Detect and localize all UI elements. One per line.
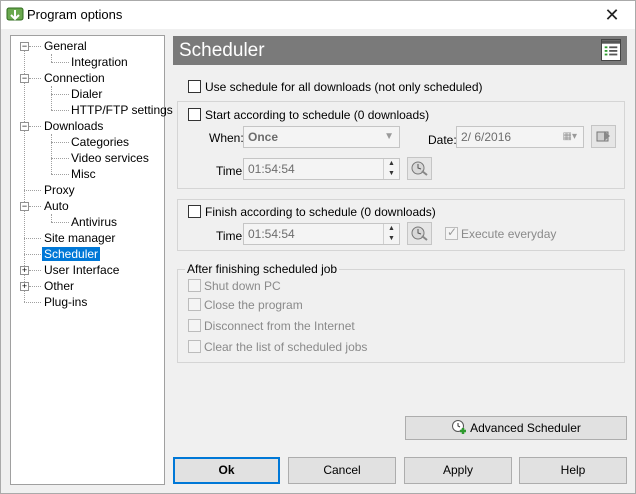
collapse-auto-icon[interactable]: − xyxy=(20,202,29,211)
finish-schedule-label: Finish according to schedule (0 download… xyxy=(205,205,436,219)
advanced-scheduler-button[interactable]: Advanced Scheduler xyxy=(405,416,627,440)
scheduler-list-icon xyxy=(601,39,621,61)
tree-item-site-manager[interactable]: Site manager xyxy=(44,230,115,246)
when-select[interactable]: Once ▼ xyxy=(243,126,400,148)
finish-time-spinner[interactable]: ▲ ▼ xyxy=(383,224,399,244)
tree-item-antivirus[interactable]: Antivirus xyxy=(71,214,117,230)
start-time-clock-button[interactable] xyxy=(407,157,432,180)
edit-date-icon xyxy=(596,131,610,142)
app-icon xyxy=(6,7,24,21)
collapse-connection-icon[interactable]: − xyxy=(20,74,29,83)
calendar-dropdown-icon: ▦▾ xyxy=(562,131,577,142)
tree-item-http-ftp-settings[interactable]: HTTP/FTP settings xyxy=(71,102,173,118)
shut-down-pc-label: Shut down PC xyxy=(204,279,281,293)
close-program-checkbox[interactable] xyxy=(188,298,201,311)
execute-everyday-checkbox[interactable] xyxy=(445,225,458,240)
when-label: When: xyxy=(209,131,244,145)
page-header: Scheduler xyxy=(173,36,627,65)
tree-item-misc[interactable]: Misc xyxy=(71,166,96,182)
start-time-spinner[interactable]: ▲ ▼ xyxy=(383,159,399,179)
options-tree: − − − − + + General Integration Connecti… xyxy=(10,35,173,485)
tree-item-general[interactable]: General xyxy=(44,38,87,54)
execute-everyday-label: Execute everyday xyxy=(461,227,557,241)
start-time-label: Time: xyxy=(216,164,246,178)
program-options-window: Program options ✕ − − − − + + General In… xyxy=(0,0,636,494)
collapse-downloads-icon[interactable]: − xyxy=(20,122,29,131)
use-schedule-all-checkbox[interactable] xyxy=(188,80,201,93)
tree-item-video-services[interactable]: Video services xyxy=(71,150,149,166)
tree-item-auto[interactable]: Auto xyxy=(44,198,69,214)
title-bar: Program options ✕ xyxy=(1,1,635,29)
tree-item-plug-ins[interactable]: Plug-ins xyxy=(44,294,87,310)
disconnect-internet-checkbox[interactable] xyxy=(188,319,201,332)
date-label: Date: xyxy=(428,133,457,147)
close-program-label: Close the program xyxy=(204,298,303,312)
expand-other-icon[interactable]: + xyxy=(20,282,29,291)
finish-schedule-checkbox[interactable] xyxy=(188,205,201,218)
tree-item-user-interface[interactable]: User Interface xyxy=(44,262,119,278)
tree-item-dialer[interactable]: Dialer xyxy=(71,86,102,102)
clear-scheduled-jobs-checkbox[interactable] xyxy=(188,340,201,353)
start-time-input[interactable]: 01:54:54 ▲ ▼ xyxy=(243,158,400,180)
finish-time-label: Time: xyxy=(216,229,246,243)
after-finishing-title: After finishing scheduled job xyxy=(185,262,340,276)
help-button[interactable]: Help xyxy=(519,457,627,484)
tree-item-downloads[interactable]: Downloads xyxy=(44,118,103,134)
clock-pick-icon xyxy=(411,161,428,176)
add-schedule-icon xyxy=(452,420,467,434)
tree-item-proxy[interactable]: Proxy xyxy=(44,182,75,198)
disconnect-internet-label: Disconnect from the Internet xyxy=(204,319,355,333)
finish-time-input[interactable]: 01:54:54 ▲ ▼ xyxy=(243,223,400,245)
window-title: Program options xyxy=(27,7,123,22)
tree-item-integration[interactable]: Integration xyxy=(71,54,128,70)
tree-item-connection[interactable]: Connection xyxy=(44,70,105,86)
clock-pick-icon xyxy=(411,226,428,241)
tree-item-other[interactable]: Other xyxy=(44,278,74,294)
tree-item-scheduler[interactable]: Scheduler xyxy=(42,246,101,262)
tree-item-categories[interactable]: Categories xyxy=(71,134,129,150)
page-title: Scheduler xyxy=(179,40,265,61)
close-button[interactable]: ✕ xyxy=(589,1,635,29)
collapse-general-icon[interactable]: − xyxy=(20,42,29,51)
apply-button[interactable]: Apply xyxy=(404,457,512,484)
use-schedule-all-label: Use schedule for all downloads (not only… xyxy=(205,80,483,94)
finish-time-clock-button[interactable] xyxy=(407,222,432,245)
start-schedule-label: Start according to schedule (0 downloads… xyxy=(205,108,430,122)
cancel-button[interactable]: Cancel xyxy=(288,457,396,484)
chevron-down-icon: ▼ xyxy=(384,131,394,142)
date-apply-button[interactable] xyxy=(591,125,616,148)
date-picker[interactable]: 2/ 6/2016 ▦▾ xyxy=(456,126,584,148)
shut-down-pc-checkbox[interactable] xyxy=(188,279,201,292)
ok-button[interactable]: Ok xyxy=(173,457,280,484)
start-schedule-checkbox[interactable] xyxy=(188,108,201,121)
clear-scheduled-jobs-label: Clear the list of scheduled jobs xyxy=(204,340,368,354)
expand-user-interface-icon[interactable]: + xyxy=(20,266,29,275)
